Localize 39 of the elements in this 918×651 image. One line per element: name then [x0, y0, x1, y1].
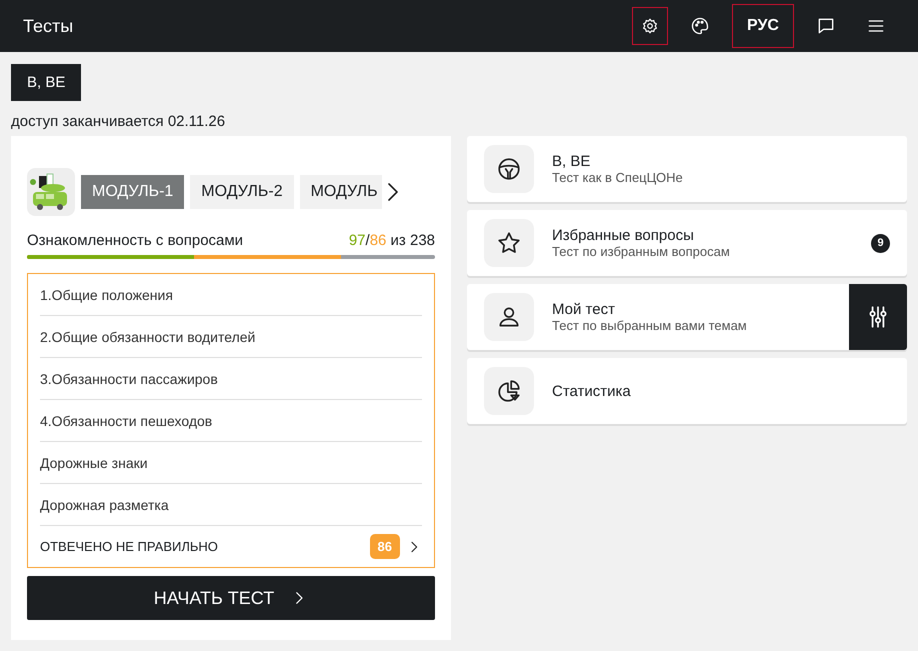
test-card[interactable]: Избранные вопросы Тест по избранным вопросам 9 [467, 210, 907, 276]
module-tab[interactable]: МОДУЛЬ-1 [81, 175, 184, 209]
test-card[interactable]: Мой тест Тест по выбранным вами темам [467, 284, 907, 350]
progress-count: 97/86 из 238 [348, 232, 435, 249]
card-title: B, BE [552, 153, 592, 170]
wrong-answers-link[interactable]: ОТВЕЧЕНО НЕ ПРАВИЛЬНО [40, 539, 370, 554]
count-badge: 9 [871, 234, 890, 252]
count-badge: 86 [370, 534, 400, 559]
topic-item[interactable]: 3.Обязанности пассажиров [40, 358, 422, 400]
star-icon [496, 230, 522, 256]
topic-item[interactable]: 2.Общие обязанности водителей [40, 316, 422, 358]
module-tab[interactable]: МОДУЛЬ-2 [190, 175, 294, 209]
settings-icon [641, 17, 659, 35]
chat-icon [816, 16, 836, 36]
test-card[interactable]: B, BE Тест как в СпецЦОНе [467, 136, 907, 202]
card-title: Избранные вопросы [552, 227, 695, 244]
topic-item[interactable]: 4.Обязанности пешеходов [40, 400, 422, 442]
language-button[interactable]: РУС [732, 4, 794, 48]
card-subtitle: Тест как в СпецЦОНе [552, 170, 684, 185]
progress-label: Ознакомленность с вопросами [27, 232, 244, 249]
filter-button[interactable] [849, 284, 907, 350]
module-tab[interactable]: МОДУЛЬ [300, 175, 382, 209]
palette-icon [690, 16, 710, 36]
topic-item[interactable]: Дорожные знаки [40, 442, 422, 484]
chevron-right-icon [388, 183, 398, 201]
topic-item[interactable]: Дорожная разметка [40, 484, 422, 526]
start-test-button[interactable]: НАЧАТЬ ТЕСТ [27, 576, 435, 620]
topic-item[interactable]: 1.Общие положения [40, 274, 422, 316]
access-note: доступ заканчивается 02.11.26 [11, 113, 226, 130]
card-title: Статистика [552, 382, 632, 400]
card-subtitle: Тест по выбранным вами темам [552, 318, 748, 333]
settings-button[interactable] [632, 7, 668, 45]
card-subtitle: Тест по избранным вопросам [552, 244, 731, 259]
page-title: Тесты [23, 16, 74, 36]
steering-wheel-icon [496, 156, 522, 182]
card-title: Мой тест [552, 301, 616, 318]
test-card[interactable]: Статистика [467, 358, 907, 424]
category-button[interactable]: B, BE [11, 64, 82, 101]
pie-chart-icon [496, 378, 522, 404]
